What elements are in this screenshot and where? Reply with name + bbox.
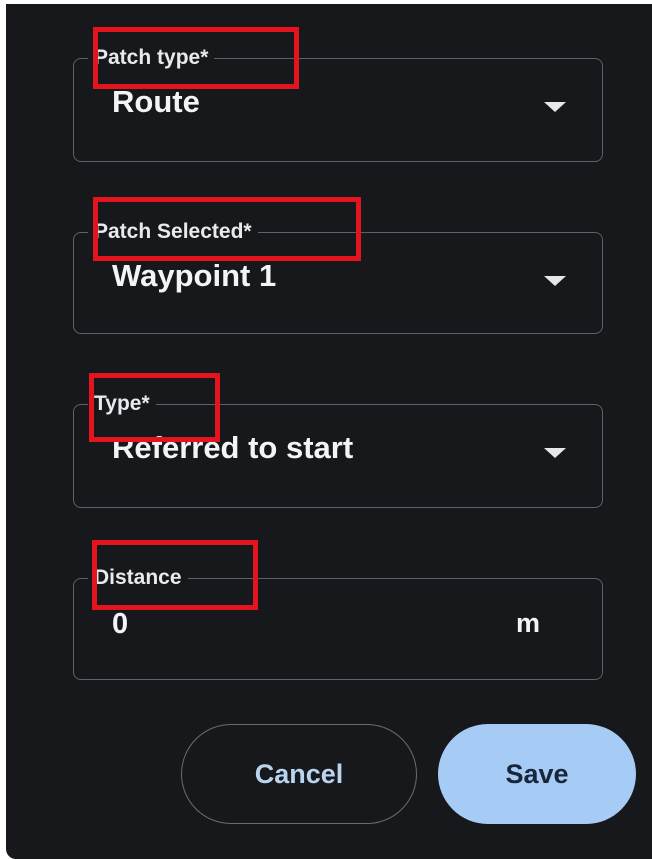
cancel-button[interactable]: Cancel [181, 724, 417, 824]
type-label: Type* [88, 391, 156, 417]
distance-value[interactable]: 0 [112, 605, 128, 643]
distance-unit: m [515, 608, 540, 638]
patch-type-select[interactable]: Patch type* Route [73, 45, 603, 162]
save-button[interactable]: Save [438, 724, 636, 824]
distance-label: Distance [88, 565, 188, 591]
form-panel: Patch type* Route Patch Selected* Waypoi… [6, 4, 652, 859]
type-select[interactable]: Type* Referred to start [73, 391, 603, 508]
chevron-down-icon[interactable] [544, 448, 566, 458]
patch-type-label: Patch type* [88, 45, 215, 71]
distance-input[interactable]: Distance 0 m [73, 565, 603, 680]
patch-selected-label: Patch Selected* [88, 219, 258, 245]
type-value: Referred to start [112, 430, 354, 465]
patch-selected-value: Waypoint 1 [112, 258, 277, 293]
chevron-down-icon[interactable] [544, 276, 566, 286]
patch-type-value: Route [112, 84, 200, 119]
chevron-down-icon[interactable] [544, 102, 566, 112]
patch-selected-select[interactable]: Patch Selected* Waypoint 1 [73, 219, 603, 334]
